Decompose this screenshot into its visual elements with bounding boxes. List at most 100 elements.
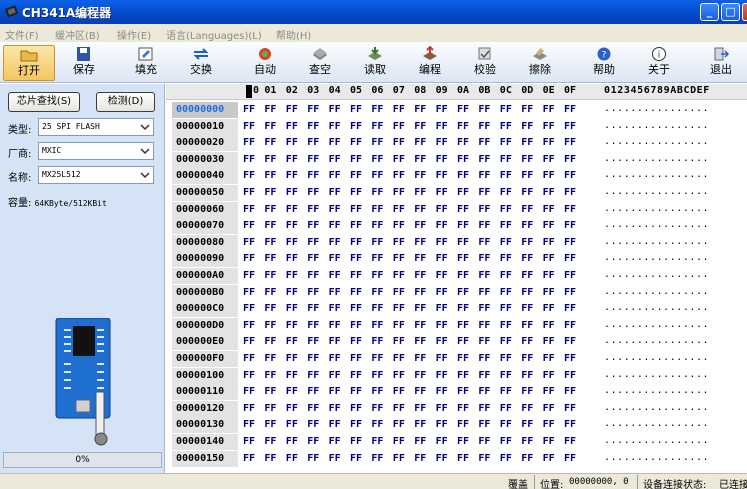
- hex-byte-cell[interactable]: FF: [457, 285, 469, 301]
- hex-byte-cell[interactable]: FF: [350, 135, 362, 151]
- hex-byte-cell[interactable]: FF: [329, 135, 341, 151]
- hex-byte-cell[interactable]: FF: [393, 135, 405, 151]
- hex-byte-cell[interactable]: FF: [436, 285, 448, 301]
- hex-byte-cell[interactable]: FF: [307, 285, 319, 301]
- erase-button[interactable]: 擦除: [514, 45, 566, 81]
- hex-byte-cell[interactable]: FF: [436, 152, 448, 168]
- hex-byte-cell[interactable]: FF: [286, 401, 298, 417]
- hex-byte-cell[interactable]: FF: [564, 351, 576, 367]
- hex-byte-cell[interactable]: FF: [500, 218, 512, 234]
- hex-byte-cell[interactable]: FF: [393, 451, 405, 467]
- detect-button[interactable]: 检测(D): [96, 92, 155, 112]
- hex-byte-cell[interactable]: FF: [243, 351, 255, 367]
- hex-byte-cell[interactable]: FF: [500, 401, 512, 417]
- hex-byte-cell[interactable]: FF: [243, 401, 255, 417]
- menu-buffer[interactable]: 缓冲区(B): [55, 27, 100, 42]
- hex-byte-cell[interactable]: FF: [564, 185, 576, 201]
- hex-byte-cell[interactable]: FF: [350, 451, 362, 467]
- hex-byte-cell[interactable]: FF: [478, 102, 490, 118]
- hex-byte-cell[interactable]: FF: [371, 218, 383, 234]
- hex-byte-cell[interactable]: FF: [371, 301, 383, 317]
- hex-byte-cell[interactable]: FF: [478, 451, 490, 467]
- hex-byte-cell[interactable]: FF: [564, 434, 576, 450]
- hex-byte-cell[interactable]: FF: [543, 218, 555, 234]
- hex-byte-cell[interactable]: FF: [350, 417, 362, 433]
- ascii-cell[interactable]: ................: [604, 218, 709, 232]
- hex-byte-cell[interactable]: FF: [243, 268, 255, 284]
- hex-byte-cell[interactable]: FF: [286, 168, 298, 184]
- hex-byte-cell[interactable]: FF: [243, 451, 255, 467]
- hex-byte-cell[interactable]: FF: [307, 185, 319, 201]
- hex-byte-cell[interactable]: FF: [350, 301, 362, 317]
- hex-byte-cell[interactable]: FF: [414, 135, 426, 151]
- hex-byte-cell[interactable]: FF: [500, 135, 512, 151]
- hex-byte-cell[interactable]: FF: [521, 368, 533, 384]
- hex-byte-cell[interactable]: FF: [414, 451, 426, 467]
- hex-byte-cell[interactable]: FF: [478, 135, 490, 151]
- hex-byte-cell[interactable]: FF: [521, 251, 533, 267]
- hex-byte-cell[interactable]: FF: [371, 334, 383, 350]
- hex-byte-cell[interactable]: FF: [350, 168, 362, 184]
- hex-byte-cell[interactable]: FF: [457, 368, 469, 384]
- hex-byte-cell[interactable]: FF: [457, 351, 469, 367]
- hex-byte-cell[interactable]: FF: [243, 135, 255, 151]
- hex-byte-cell[interactable]: FF: [371, 102, 383, 118]
- ascii-cell[interactable]: ................: [604, 318, 709, 332]
- hex-byte-cell[interactable]: FF: [329, 268, 341, 284]
- hex-byte-cell[interactable]: FF: [543, 235, 555, 251]
- hex-byte-cell[interactable]: FF: [329, 301, 341, 317]
- hex-byte-cell[interactable]: FF: [371, 119, 383, 135]
- hex-byte-cell[interactable]: FF: [564, 235, 576, 251]
- hex-byte-cell[interactable]: FF: [543, 351, 555, 367]
- menu-operation[interactable]: 操作(E): [117, 27, 151, 42]
- hex-byte-cell[interactable]: FF: [286, 185, 298, 201]
- hex-byte-cell[interactable]: FF: [286, 351, 298, 367]
- hex-byte-cell[interactable]: FF: [414, 368, 426, 384]
- hex-byte-cell[interactable]: FF: [478, 218, 490, 234]
- hex-byte-cell[interactable]: FF: [543, 401, 555, 417]
- hex-byte-cell[interactable]: FF: [521, 451, 533, 467]
- hex-byte-cell[interactable]: FF: [371, 434, 383, 450]
- hex-byte-cell[interactable]: FF: [436, 417, 448, 433]
- hex-byte-cell[interactable]: FF: [478, 434, 490, 450]
- hex-byte-cell[interactable]: FF: [307, 202, 319, 218]
- hex-byte-cell[interactable]: FF: [329, 202, 341, 218]
- hex-byte-cell[interactable]: FF: [243, 368, 255, 384]
- hex-byte-cell[interactable]: FF: [243, 318, 255, 334]
- hex-byte-cell[interactable]: FF: [393, 102, 405, 118]
- hex-byte-cell[interactable]: FF: [307, 301, 319, 317]
- hex-byte-cell[interactable]: FF: [350, 401, 362, 417]
- type-select[interactable]: 25 SPI FLASH: [38, 118, 154, 136]
- hex-byte-cell[interactable]: FF: [564, 218, 576, 234]
- hex-byte-cell[interactable]: FF: [500, 318, 512, 334]
- hex-byte-cell[interactable]: FF: [286, 119, 298, 135]
- hex-byte-cell[interactable]: FF: [457, 401, 469, 417]
- hex-byte-cell[interactable]: FF: [243, 384, 255, 400]
- hex-byte-cell[interactable]: FF: [307, 251, 319, 267]
- hex-byte-cell[interactable]: FF: [457, 119, 469, 135]
- hex-byte-cell[interactable]: FF: [307, 168, 319, 184]
- hex-byte-cell[interactable]: FF: [564, 168, 576, 184]
- menu-language[interactable]: 语言(Languages)(L): [166, 27, 262, 42]
- hex-byte-cell[interactable]: FF: [414, 218, 426, 234]
- hex-byte-cell[interactable]: FF: [436, 434, 448, 450]
- hex-editor[interactable]: 0 01 02 03 04 05 06 07 08 09 0A 0B 0C 0D 0E 0F 01234567…: [166, 84, 747, 473]
- hex-byte-cell[interactable]: FF: [436, 318, 448, 334]
- hex-byte-cell[interactable]: FF: [350, 218, 362, 234]
- hex-byte-cell[interactable]: FF: [264, 135, 276, 151]
- hex-byte-cell[interactable]: FF: [307, 384, 319, 400]
- ascii-cell[interactable]: ................: [604, 168, 709, 182]
- hex-byte-cell[interactable]: FF: [543, 334, 555, 350]
- hex-byte-cell[interactable]: FF: [436, 301, 448, 317]
- hex-byte-cell[interactable]: FF: [350, 235, 362, 251]
- hex-byte-cell[interactable]: FF: [243, 202, 255, 218]
- hex-byte-cell[interactable]: FF: [350, 334, 362, 350]
- hex-byte-cell[interactable]: FF: [371, 368, 383, 384]
- hex-byte-cell[interactable]: FF: [350, 102, 362, 118]
- hex-byte-cell[interactable]: FF: [243, 235, 255, 251]
- verify-button[interactable]: 校验: [459, 45, 511, 81]
- hex-byte-cell[interactable]: FF: [371, 451, 383, 467]
- hex-byte-cell[interactable]: FF: [521, 168, 533, 184]
- ascii-cell[interactable]: ................: [604, 301, 709, 315]
- hex-byte-cell[interactable]: FF: [243, 251, 255, 267]
